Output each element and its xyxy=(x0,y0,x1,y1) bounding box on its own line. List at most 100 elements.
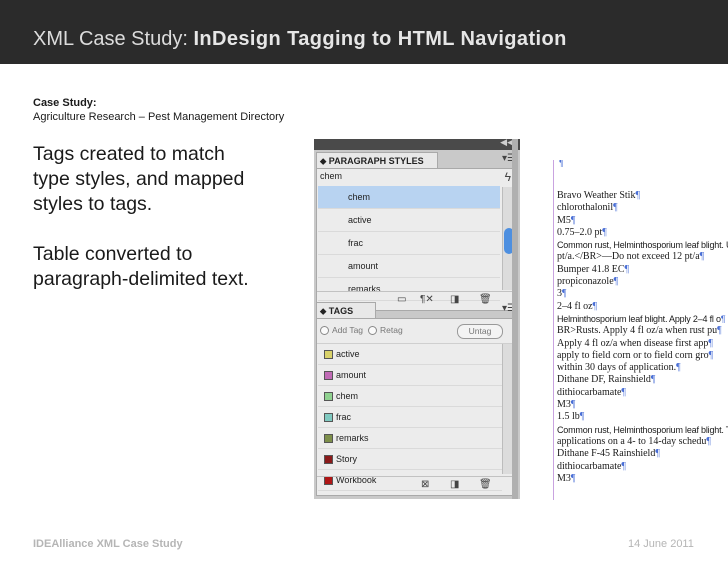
tab-paragraph-styles[interactable]: ⬥ PARAGRAPH STYLES xyxy=(316,152,438,168)
pilcrow-icon: ¶ xyxy=(635,190,640,201)
document-line-text: Bumper 41.8 EC xyxy=(557,263,625,275)
tag-label: active xyxy=(336,349,360,359)
document-line: chlorothalonil¶ xyxy=(557,202,728,214)
paragraph-style-item[interactable]: active xyxy=(318,209,500,232)
document-line-text: dithiocarbamate xyxy=(557,386,622,398)
clear-overrides-icon[interactable]: ¶✕ xyxy=(420,294,434,305)
document-line: 3¶ xyxy=(557,288,728,300)
pilcrow-icon: ¶ xyxy=(717,325,722,337)
tag-list: active amount chem frac remarks Story Workbook xyxy=(318,344,502,491)
trash-icon[interactable]: 🗑 xyxy=(479,294,492,305)
title-prefix: XML Case Study: xyxy=(33,28,194,50)
document-line: Common rust, Helminthosporium leaf bligh… xyxy=(557,424,728,436)
tag-item[interactable]: Story xyxy=(318,449,502,470)
slide-body-text: Tags created to match type styles, and m… xyxy=(33,142,303,292)
paragraph-style-item[interactable]: chem xyxy=(318,186,500,209)
document-line: apply to field corn or to field corn gro… xyxy=(557,350,728,362)
pilcrow-icon: ¶ xyxy=(570,472,576,484)
body-line: Table converted to xyxy=(33,243,193,265)
panel-dock-strip: ◀◀ xyxy=(314,137,520,150)
document-line: within 30 days of application.¶ xyxy=(557,362,728,374)
story-start-marker: ¶ xyxy=(559,160,564,168)
pilcrow-icon: ¶ xyxy=(621,460,626,472)
retag-radio[interactable]: Retag xyxy=(368,324,403,337)
pilcrow-icon: ¶ xyxy=(613,276,619,288)
case-study-label: Case Study: xyxy=(33,97,97,109)
untag-button[interactable]: Untag xyxy=(457,324,503,339)
title-main: InDesign Tagging to HTML Navigation xyxy=(193,28,567,50)
document-line-text: chlorothalonil xyxy=(557,202,614,214)
pilcrow-icon: ¶ xyxy=(570,214,576,226)
document-line-text: Helminthosporium leaf blight. Apply 2–4 … xyxy=(557,313,721,324)
slide-header: XML Case Study: InDesign Tagging to HTML… xyxy=(0,0,728,64)
tag-color-swatch xyxy=(324,350,333,359)
document-line-text: Apply 4 fl oz/a when disease first app xyxy=(557,337,709,349)
document-line: M3¶ xyxy=(557,473,728,485)
document-line-text: apply to field corn or to field corn gro xyxy=(557,349,709,361)
pilcrow-icon: ¶ xyxy=(602,226,607,238)
paragraph-style-item[interactable]: frac xyxy=(318,232,500,255)
document-line-text: 2–4 fl oz xyxy=(557,300,593,312)
pasteboard-divider xyxy=(512,139,518,499)
pilcrow-icon: ¶ xyxy=(624,263,630,275)
tags-panel: Add Tag Retag Untag active amount chem frac… xyxy=(316,318,518,496)
document-line: Helminthosporium leaf blight. Apply 2–4 … xyxy=(557,313,728,325)
document-page: ¶ Bravo Weather Stik¶ chlorothalonil¶ M5¶ 0… xyxy=(543,160,728,500)
document-line: 1.5 lb¶ xyxy=(557,411,728,423)
radio-icon xyxy=(320,326,329,336)
document-line: 2–4 fl oz¶ xyxy=(557,301,728,313)
pilcrow-icon: ¶ xyxy=(706,435,711,447)
document-line: dithiocarbamate¶ xyxy=(557,387,728,399)
tag-item[interactable]: frac xyxy=(318,407,502,428)
document-line: M3¶ xyxy=(557,399,728,411)
trash-icon[interactable]: 🗑 xyxy=(479,479,492,490)
margin-guide xyxy=(553,160,554,500)
retag-label: Retag xyxy=(380,325,403,335)
document-line-text: Common rust, Helminthosporium leaf bligh… xyxy=(557,424,728,435)
tag-item[interactable]: active xyxy=(318,344,502,365)
slide-title: XML Case Study: InDesign Tagging to HTML… xyxy=(33,28,567,51)
case-study-text: Agriculture Research – Pest Management D… xyxy=(33,111,285,123)
document-line-text: within 30 days of application. xyxy=(557,362,677,374)
new-tag-icon[interactable]: ◨ xyxy=(450,479,459,490)
pilcrow-icon: ¶ xyxy=(676,362,681,374)
tag-color-swatch xyxy=(324,455,333,464)
document-line: Bravo Weather Stik¶ xyxy=(557,190,728,202)
quick-apply-icon[interactable]: ϟ xyxy=(505,170,511,184)
tag-item[interactable]: amount xyxy=(318,365,502,386)
tag-label: Story xyxy=(336,454,358,464)
tag-color-swatch xyxy=(324,371,333,380)
document-line-text: M3 xyxy=(557,472,571,484)
document-line: M5¶ xyxy=(557,215,728,227)
new-style-icon[interactable]: ◨ xyxy=(450,294,459,305)
document-line: dithiocarbamate¶ xyxy=(557,461,728,473)
document-line: Bumper 41.8 EC¶ xyxy=(557,264,728,276)
add-tag-label: Add Tag xyxy=(332,325,364,335)
folder-icon[interactable]: ▭ xyxy=(397,294,406,305)
tab-tags[interactable]: ⬥ TAGS xyxy=(316,302,376,318)
map-tags-icon[interactable]: ⊠ xyxy=(421,479,429,490)
document-line: Dithane F-45 Rainshield¶ xyxy=(557,448,728,460)
footer-left: IDEAlliance XML Case Study xyxy=(33,538,183,550)
pilcrow-icon: ¶ xyxy=(592,300,598,312)
tag-label: amount xyxy=(336,370,367,380)
document-line-text: Dithane DF, Rainshield xyxy=(557,374,651,386)
document-line: Apply 4 fl oz/a when disease first app¶ xyxy=(557,338,728,350)
indesign-panels: ◀◀ ⬥ PARAGRAPH STYLES ▾☰ chem ϟ chem acti… xyxy=(314,137,520,499)
body-line: styles to tags. xyxy=(33,193,153,215)
pilcrow-icon: ¶ xyxy=(570,399,576,411)
tag-item[interactable]: chem xyxy=(318,386,502,407)
document-text[interactable]: Bravo Weather Stik¶ chlorothalonil¶ M5¶ 0.7… xyxy=(557,190,728,485)
tag-color-swatch xyxy=(324,392,333,401)
add-tag-radio[interactable]: Add Tag xyxy=(320,324,363,337)
pilcrow-icon: ¶ xyxy=(720,313,726,324)
document-line: propiconazole¶ xyxy=(557,276,728,288)
tag-item[interactable]: remarks xyxy=(318,428,502,449)
paragraph-style-list: chem active frac amount remarks xyxy=(318,186,500,301)
pilcrow-icon: ¶ xyxy=(708,349,714,361)
document-line-text: applications on a 4- to 14-day schedu xyxy=(557,435,707,447)
document-line: applications on a 4- to 14-day schedu¶ xyxy=(557,436,728,448)
case-study-subhead: Case Study: Agriculture Research – Pest … xyxy=(33,96,284,124)
body-line: Tags created to match xyxy=(33,143,225,165)
paragraph-style-item[interactable]: amount xyxy=(318,255,500,278)
